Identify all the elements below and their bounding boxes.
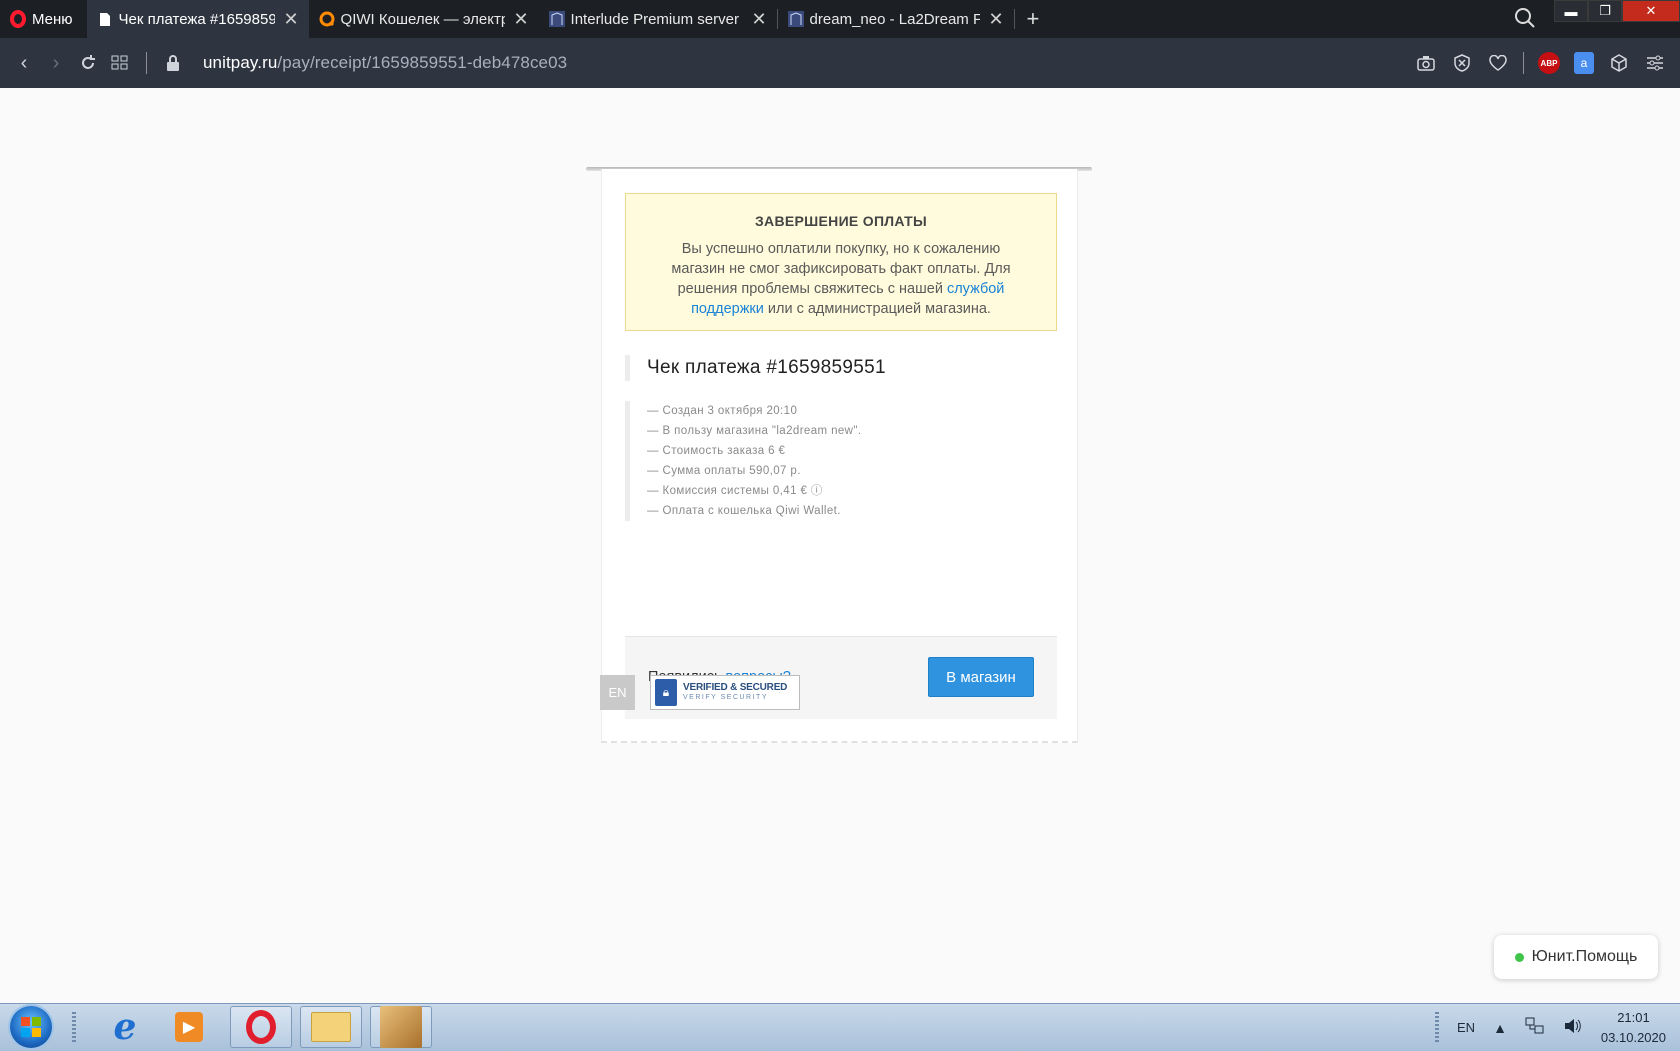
tab-receipt[interactable]: Чек платежа #1659859551 ✕: [86, 0, 309, 38]
keyboard-language[interactable]: EN: [1457, 1020, 1475, 1035]
back-to-shop-button[interactable]: В магазин: [928, 657, 1034, 697]
online-status-icon: [1514, 952, 1524, 962]
window-controls: ▬ ❐ ✕: [1554, 0, 1680, 24]
speed-dial-icon[interactable]: [104, 47, 136, 79]
close-tab-icon[interactable]: ✕: [275, 9, 298, 30]
lock-shield-icon: 🔒︎: [655, 679, 677, 706]
adblock-plus-icon[interactable]: ABP: [1538, 52, 1560, 74]
detail-created: — Создан 3 октября 20:10: [647, 405, 798, 417]
tab-dream-neo[interactable]: dream_neo - La2Dream For ✕: [778, 0, 1014, 38]
secure-line2: VERIFY SECURITY: [683, 693, 768, 701]
receipt-card: ЗАВЕРШЕНИЕ ОПЛАТЫ Вы успешно оплатили по…: [601, 169, 1078, 743]
browser-tab-bar: Меню Чек платежа #1659859551 ✕ QIWI Коше…: [0, 0, 1680, 38]
heart-icon[interactable]: [1487, 52, 1509, 74]
notice-text-part: или с администрацией магазина.: [763, 301, 991, 317]
receipt-details: — Создан 3 октября 20:10 — В пользу мага…: [625, 401, 1047, 521]
tab-title: Чек платежа #1659859551: [118, 10, 276, 28]
window-close-icon[interactable]: ✕: [1622, 0, 1680, 22]
opera-logo-icon: [10, 10, 26, 28]
site-icon: [548, 11, 565, 27]
detail-shop: — В пользу магазина "la2dream new".: [647, 425, 862, 437]
clock-date: 03.10.2020: [1600, 1029, 1666, 1045]
secure-badge-text: VERIFIED & SECURED VERIFY SECURITY: [683, 681, 788, 703]
camera-icon[interactable]: [1415, 52, 1437, 74]
url-field[interactable]: unitpay.ru/pay/receipt/1659859551-deb478…: [203, 53, 567, 73]
url-path: /pay/receipt/1659859551-deb478ce03: [277, 53, 568, 72]
payment-notice: ЗАВЕРШЕНИЕ ОПЛАТЫ Вы успешно оплатили по…: [625, 193, 1057, 331]
help-chat-widget[interactable]: Юнит.Помощь: [1494, 935, 1658, 979]
windows-taskbar: e ▶ EN ▲ 21:01 03.10.2020: [0, 1003, 1680, 1051]
verified-secured-badge[interactable]: 🔒︎ VERIFIED & SECURED VERIFY SECURITY: [650, 675, 800, 710]
address-divider: [146, 52, 147, 74]
opera-menu-button[interactable]: Меню: [0, 0, 87, 38]
language-switch-button[interactable]: EN: [600, 675, 635, 710]
system-tray: EN ▲ 21:01 03.10.2020: [1435, 1004, 1680, 1051]
qiwi-icon: [319, 11, 335, 27]
receipt-title: Чек платежа #1659859551: [625, 355, 886, 381]
menu-label: Меню: [32, 10, 73, 28]
taskbar-grip[interactable]: [72, 1012, 76, 1044]
maximize-icon[interactable]: ❐: [1588, 0, 1622, 22]
opera-taskbar-icon[interactable]: [230, 1006, 292, 1048]
detail-payment-sum: — Сумма оплаты 590,07 р.: [647, 465, 801, 477]
tray-grip[interactable]: [1435, 1011, 1439, 1044]
back-icon[interactable]: ‹: [8, 47, 40, 79]
site-icon: [787, 11, 804, 27]
tab-qiwi[interactable]: QIWI Кошелек — электронн ✕: [309, 0, 539, 38]
easy-setup-icon[interactable]: [1644, 52, 1666, 74]
show-hidden-icons-icon[interactable]: ▲: [1493, 1020, 1507, 1036]
notice-text: Вы успешно оплатили покупку, но к сожале…: [658, 239, 1024, 319]
detail-order-cost: — Стоимость заказа 6 €: [647, 445, 786, 457]
extensions-divider: [1523, 52, 1524, 74]
cube-extension-icon[interactable]: [1608, 52, 1630, 74]
google-translate-icon[interactable]: a: [1574, 52, 1594, 74]
document-icon: [97, 11, 113, 27]
tab-search-icon[interactable]: [1513, 6, 1539, 32]
windows-logo-icon: [21, 1017, 41, 1037]
close-tab-icon[interactable]: ✕: [980, 9, 1003, 30]
close-tab-icon[interactable]: ✕: [743, 9, 766, 30]
media-player-icon[interactable]: ▶: [158, 1006, 220, 1048]
tab-interlude[interactable]: Interlude Premium server ✕: [539, 0, 777, 38]
internet-explorer-icon[interactable]: e: [94, 1006, 156, 1048]
detail-payment-method: — Оплата с кошелька Qiwi Wallet.: [647, 505, 841, 517]
secure-line1: VERIFIED & SECURED: [683, 681, 788, 693]
network-icon[interactable]: [1525, 1017, 1545, 1038]
tab-title: QIWI Кошелек — электронн: [340, 10, 506, 28]
url-host: unitpay.ru: [203, 53, 278, 72]
page-content: ЗАВЕРШЕНИЕ ОПЛАТЫ Вы успешно оплатили по…: [0, 88, 1680, 1003]
detail-commission[interactable]: — Комиссия системы 0,41 € ⓘ: [647, 481, 1047, 501]
lock-icon[interactable]: [157, 47, 189, 79]
notice-title: ЗАВЕРШЕНИЕ ОПЛАТЫ: [754, 213, 928, 229]
minimize-icon[interactable]: ▬: [1554, 0, 1588, 22]
tab-title: Interlude Premium server: [570, 10, 739, 28]
clock-time: 21:01: [1617, 1009, 1650, 1025]
reload-icon[interactable]: [72, 47, 104, 79]
game-client-icon[interactable]: [370, 1006, 432, 1048]
extensions-area: ABP a: [1415, 38, 1666, 88]
address-bar: ‹ › unitpay.ru/pay/receipt/1659859551-de…: [0, 38, 1680, 88]
close-tab-icon[interactable]: ✕: [505, 9, 528, 30]
forward-icon[interactable]: ›: [40, 47, 72, 79]
tracker-blocker-icon[interactable]: [1451, 52, 1473, 74]
volume-icon[interactable]: [1563, 1017, 1583, 1038]
explorer-folder-icon[interactable]: [300, 1006, 362, 1048]
tab-title: dream_neo - La2Dream For: [809, 10, 981, 28]
clock[interactable]: 21:01 03.10.2020: [1601, 1008, 1666, 1048]
help-widget-label: Юнит.Помощь: [1531, 948, 1638, 965]
start-button[interactable]: [10, 1006, 52, 1048]
new-tab-plus-icon[interactable]: +: [1015, 6, 1052, 32]
